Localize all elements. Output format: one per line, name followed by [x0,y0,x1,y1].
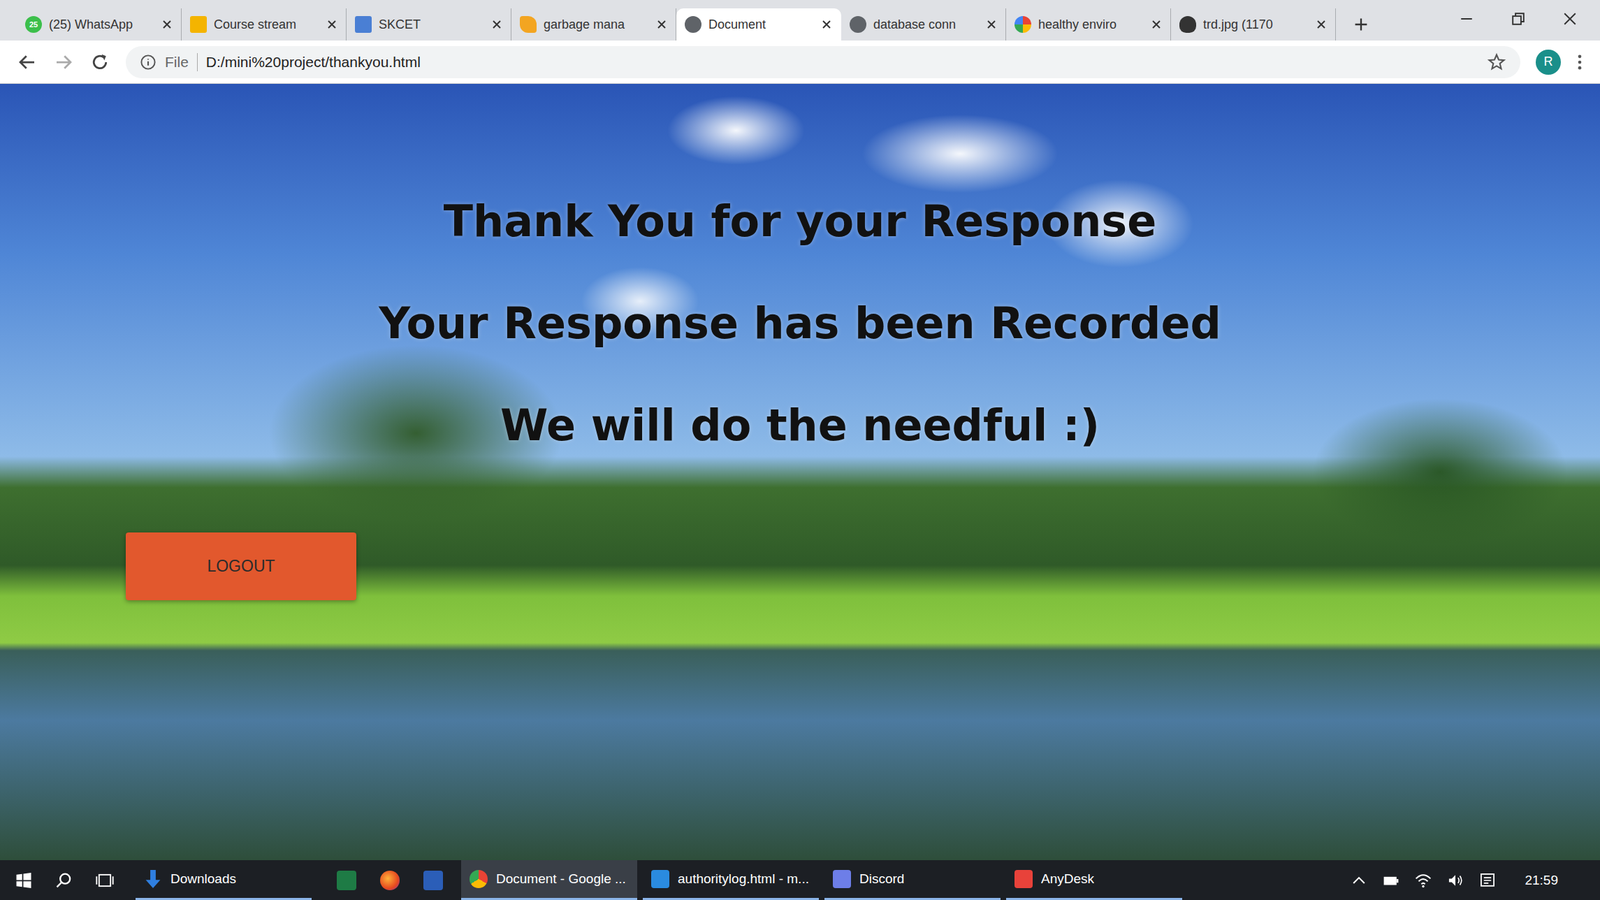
window-controls [1457,0,1600,28]
app-icon [143,869,163,889]
url-text[interactable]: D:/mini%20project/thankyou.html [206,53,1479,71]
back-arrow-icon[interactable] [16,51,38,73]
windows-start-icon[interactable] [13,870,34,891]
battery-icon[interactable] [1382,871,1401,890]
app-icon [1014,869,1033,889]
minimize-icon[interactable] [1457,9,1476,28]
browser-tab[interactable]: database conn [841,8,1007,41]
taskbar-label: Downloads [170,871,237,887]
site-icon [849,16,867,33]
browser-tab[interactable]: garbage mana [511,8,677,41]
system-tray [1349,860,1525,900]
forward-arrow-icon[interactable] [53,51,75,73]
profile-avatar[interactable]: R [1535,49,1561,75]
taskbar-label: Discord [859,871,905,887]
close-icon[interactable] [491,18,503,31]
tab-title: SKCET [378,17,485,33]
address-bar[interactable]: File D:/mini%20project/thankyou.html [125,46,1521,79]
taskbar-label: authoritylog.html - m... [677,871,810,887]
clock: 21:59 [1524,872,1600,889]
close-icon[interactable] [656,18,668,31]
notification-icon[interactable] [1478,871,1497,890]
tab-title: Course stream [213,17,320,33]
star-icon[interactable] [1486,52,1507,72]
search-icon[interactable] [54,870,75,891]
message-heading: Your Response has been Recorded [0,297,1600,400]
plus-icon[interactable] [1352,16,1370,33]
close-icon[interactable] [820,18,833,31]
tab-title: (25) WhatsApp [48,17,155,33]
close-icon[interactable] [985,18,998,31]
browser-tab[interactable]: healthy enviro [1006,8,1172,41]
browser-tab[interactable]: SKCET [346,8,512,41]
excel-icon[interactable] [336,870,357,891]
firefox-icon[interactable] [380,870,400,891]
taskbar-button[interactable]: authoritylog.html - m... [642,860,819,900]
site-icon [1179,16,1197,33]
volume-icon[interactable] [1446,871,1465,890]
site-icon [684,16,702,33]
taskbar: Downloads Document - Google ... authorityl… [0,860,1600,900]
site-icon [354,16,372,33]
browser-tab[interactable]: 25 (25) WhatsApp [16,8,182,41]
info-icon[interactable] [139,53,157,71]
taskbar-button[interactable]: AnyDesk [1006,860,1183,900]
taskbar-label: Document - Google ... [496,871,627,887]
browser-tab[interactable]: Course stream [181,8,347,41]
taskbar-button[interactable]: Downloads [135,860,312,900]
tab-title: trd.jpg (1170 [1203,17,1309,33]
close-window-icon[interactable] [1560,9,1580,28]
unread-badge: 25 [29,20,38,29]
site-icon [1014,16,1032,33]
app-icon [651,869,670,889]
message-heading: Thank You for your Response [0,195,1600,298]
tab-title: database conn [873,17,979,33]
close-icon[interactable] [161,18,173,31]
site-icon [190,16,207,33]
chevron-up-icon[interactable] [1349,871,1369,890]
pinned-apps [317,860,462,900]
site-icon [519,16,537,33]
logout-button[interactable]: LOGOUT [125,532,357,601]
desktop: 25 (25) WhatsApp Course stream SKCET garbage… [0,0,1600,900]
divider [197,53,198,72]
message-heading: We will do the needful :) [0,399,1600,502]
reload-icon[interactable] [89,51,111,73]
taskbar-button[interactable]: Document - Google ... [461,860,638,900]
close-icon[interactable] [1150,18,1162,31]
browser-tab[interactable]: trd.jpg (1170 [1171,8,1336,41]
tab-title: Document [708,17,814,33]
word-icon[interactable] [423,870,443,891]
wifi-icon[interactable] [1414,871,1433,890]
toolbar: File D:/mini%20project/thankyou.html R [0,40,1600,84]
site-icon: 25 [25,16,42,33]
taskbar-button[interactable]: Discord [824,860,1001,900]
menu-dots-icon[interactable] [1576,52,1584,72]
close-icon[interactable] [1315,18,1327,31]
tab-title: garbage mana [543,17,650,33]
scheme-label: File [164,53,189,71]
tab-title: healthy enviro [1038,17,1144,33]
task-view-icon[interactable] [95,870,115,891]
browser-tab[interactable]: Document [676,8,842,41]
taskbar-label: AnyDesk [1041,871,1095,887]
close-icon[interactable] [326,18,338,31]
app-icon [469,869,488,889]
tab-strip: 25 (25) WhatsApp Course stream SKCET garbage… [0,0,1600,41]
page-content: Thank You for your ResponseYour Response… [0,83,1600,861]
restore-icon[interactable] [1509,9,1528,28]
app-icon [832,869,852,889]
